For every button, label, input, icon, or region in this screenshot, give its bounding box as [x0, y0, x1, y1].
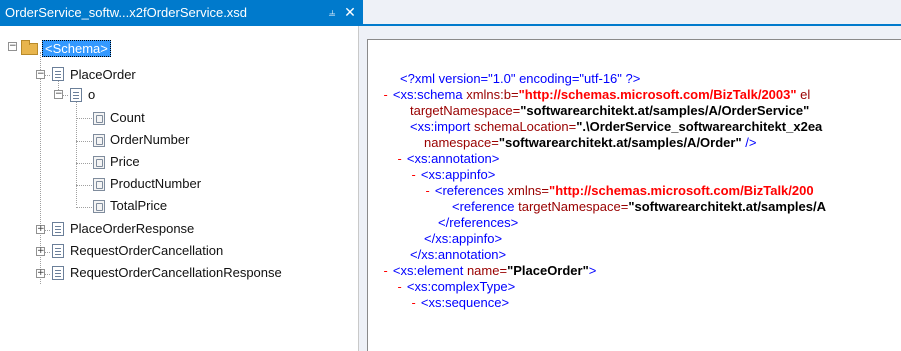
collapse-marker[interactable]: -	[410, 296, 417, 310]
pane-splitter[interactable]	[359, 26, 367, 351]
tree-node-schema[interactable]: <Schema>	[42, 40, 111, 57]
collapse-marker[interactable]: -	[382, 264, 389, 278]
document-tab-strip: OrderService_softw...x2fOrderService.xsd…	[0, 0, 901, 24]
field-element-icon	[93, 134, 105, 147]
xml-line: - <xs:schema xmlns:b="http://schemas.mic…	[382, 87, 810, 103]
xml-line: </references>	[438, 215, 518, 231]
tree-node-placeorder[interactable]: PlaceOrder	[70, 67, 136, 82]
xml-tag: <references	[434, 183, 508, 198]
xml-view-pane[interactable]: <?xml version="1.0" encoding="utf-16" ?>…	[367, 39, 901, 351]
record-icon	[70, 88, 82, 102]
xml-line: </xs:annotation>	[410, 247, 506, 263]
xml-attr: name=	[466, 263, 508, 278]
pin-icon[interactable]: ⫨	[323, 5, 341, 20]
xml-tag: </xs:appinfo>	[424, 231, 503, 246]
xml-attr: namespace=	[424, 135, 499, 150]
xml-tag-end: >	[588, 263, 597, 278]
xml-line: namespace="softwarearchitekt.at/samples/…	[424, 135, 756, 151]
record-icon	[52, 67, 64, 81]
collapse-toggle[interactable]: −	[36, 70, 45, 79]
tree-connector	[76, 207, 92, 208]
xml-attr-value: "PlaceOrder"	[507, 263, 589, 278]
record-icon	[52, 266, 64, 280]
xml-attr: xmlns=	[507, 183, 550, 198]
xml-tag-end: />	[741, 135, 757, 150]
collapse-toggle[interactable]: −	[54, 90, 63, 99]
close-icon[interactable]: ✕	[341, 4, 359, 21]
collapse-marker[interactable]: -	[396, 152, 403, 166]
expand-toggle[interactable]: +	[36, 247, 45, 256]
xml-tag: <xs:import	[410, 119, 474, 134]
record-icon	[52, 244, 64, 258]
tree-connector	[76, 141, 92, 142]
xml-attr-value: "http://schemas.microsoft.com/BizTalk/20…	[549, 183, 814, 198]
xml-line: <reference targetNamespace="softwarearch…	[452, 199, 826, 215]
xml-line: </xs:appinfo>	[424, 231, 502, 247]
tree-node-field[interactable]: ProductNumber	[110, 176, 201, 191]
xml-tag: <xs:schema	[392, 87, 467, 102]
collapse-marker[interactable]: -	[396, 280, 403, 294]
xml-tag: <xs:annotation>	[406, 151, 500, 166]
tree-connector	[76, 185, 92, 186]
xml-tag: <xs:appinfo>	[420, 167, 496, 182]
tree-node-record[interactable]: PlaceOrderResponse	[70, 221, 194, 236]
folder-open-icon	[21, 40, 38, 55]
tree-connector	[76, 118, 92, 119]
xml-attr: targetNamespace=	[518, 199, 629, 214]
tree-node-record[interactable]: RequestOrderCancellation	[70, 243, 223, 258]
xml-line: <xs:import schemaLocation=".\OrderServic…	[410, 119, 822, 135]
xml-tag: <xs:complexType>	[406, 279, 516, 294]
xml-line: - <xs:complexType>	[396, 279, 515, 295]
field-element-icon	[93, 178, 105, 191]
collapse-marker[interactable]: -	[424, 184, 431, 198]
xml-attr: schemaLocation=	[473, 119, 577, 134]
collapse-marker[interactable]: -	[410, 168, 417, 182]
tree-node-field[interactable]: OrderNumber	[110, 132, 189, 147]
xml-attr-value: "http://schemas.microsoft.com/BizTalk/20…	[518, 87, 797, 102]
xml-tag: </references>	[438, 215, 519, 230]
xml-line: <?xml version="1.0" encoding="utf-16" ?>	[400, 71, 640, 87]
document-tab[interactable]: OrderService_softw...x2fOrderService.xsd…	[0, 0, 363, 24]
xml-tag: </xs:annotation>	[410, 247, 507, 262]
tree-node-o[interactable]: o	[88, 87, 95, 102]
xml-attr: el	[796, 87, 811, 102]
tree-connector	[76, 163, 92, 164]
xml-attr-value: "softwarearchitekt.at/samples/A/Order"	[498, 135, 742, 150]
schema-tree[interactable]: − <Schema> − PlaceOrder − o Count OrderN…	[0, 26, 359, 351]
tree-node-field[interactable]: TotalPrice	[110, 198, 167, 213]
xml-attr-value: "softwarearchitekt.at/samples/A/OrderSer…	[520, 103, 810, 118]
xml-line: - <xs:appinfo>	[410, 167, 495, 183]
tree-node-field[interactable]: Count	[110, 110, 145, 125]
collapse-toggle[interactable]: −	[8, 42, 17, 51]
field-element-icon	[93, 200, 105, 213]
xml-line: - <references xmlns="http://schemas.micr…	[424, 183, 814, 199]
tree-connector	[76, 94, 77, 205]
field-element-icon	[93, 156, 105, 169]
tree-node-record[interactable]: RequestOrderCancellationResponse	[70, 265, 282, 280]
xml-declaration: <?xml version="1.0" encoding="utf-16" ?>	[400, 71, 641, 86]
tree-node-field[interactable]: Price	[110, 154, 140, 169]
xml-line: - <xs:sequence>	[410, 295, 509, 311]
xml-line: - <xs:annotation>	[396, 151, 499, 167]
xml-attr-value: ".\OrderService_softwarearchitekt_x2ea	[576, 119, 823, 134]
xml-attr-value: "softwarearchitekt.at/samples/A	[628, 199, 826, 214]
xml-tag: <reference	[452, 199, 519, 214]
expand-toggle[interactable]: +	[36, 225, 45, 234]
xml-tag: <xs:element	[392, 263, 467, 278]
xml-attr: xmlns:b=	[466, 87, 519, 102]
xml-line: targetNamespace="softwarearchitekt.at/sa…	[410, 103, 809, 119]
xml-tag: <xs:sequence>	[420, 295, 510, 310]
collapse-marker[interactable]: -	[382, 88, 389, 102]
xml-line: - <xs:element name="PlaceOrder">	[382, 263, 596, 279]
tab-title: OrderService_softw...x2fOrderService.xsd	[5, 4, 248, 20]
field-element-icon	[93, 112, 105, 125]
xml-attr: targetNamespace=	[410, 103, 521, 118]
record-icon	[52, 222, 64, 236]
expand-toggle[interactable]: +	[36, 269, 45, 278]
